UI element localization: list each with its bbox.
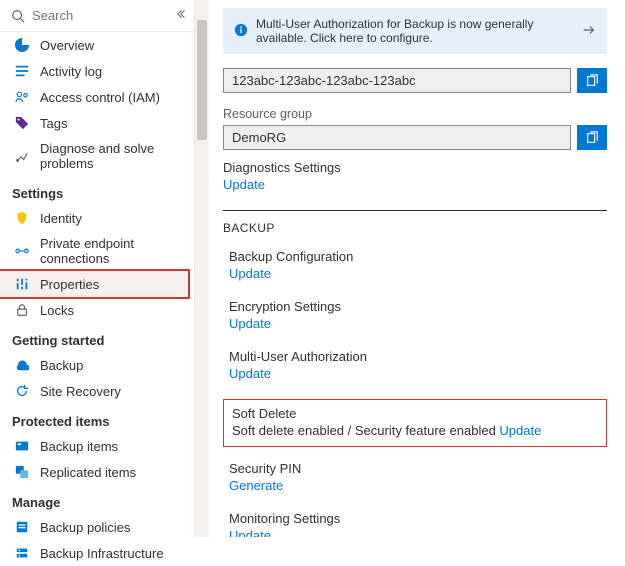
encryption-update-link[interactable]: Update	[229, 316, 271, 331]
sidebar-item-label: Private endpoint connections	[40, 236, 184, 266]
copy-rg-button[interactable]	[577, 125, 607, 150]
resource-group-label: Resource group	[223, 107, 607, 121]
sidebar-item-label: Properties	[40, 277, 99, 292]
sidebar-section-settings: Settings	[0, 176, 194, 205]
sidebar-item-label: Backup	[40, 358, 83, 373]
sidebar-item-label: Access control (IAM)	[40, 90, 160, 105]
sidebar-item-access-control[interactable]: Access control (IAM)	[0, 84, 194, 110]
sidebar-item-backup-infrastructure[interactable]: Backup Infrastructure	[0, 540, 194, 566]
sidebar-item-label: Backup Infrastructure	[40, 546, 164, 561]
scrollbar-thumb[interactable]	[197, 20, 207, 140]
banner-text: Multi-User Authorization for Backup is n…	[256, 17, 574, 45]
arrow-right-icon	[582, 23, 596, 40]
sidebar-item-tags[interactable]: Tags	[0, 110, 194, 136]
resource-id-field	[223, 68, 607, 93]
sidebar-item-label: Site Recovery	[40, 384, 121, 399]
scrollbar[interactable]	[195, 0, 209, 537]
backup-infrastructure-icon	[14, 545, 30, 561]
identity-icon	[14, 210, 30, 226]
diagnostics-update-link[interactable]: Update	[223, 177, 265, 192]
sidebar-item-activity-log[interactable]: Activity log	[0, 58, 194, 84]
security-pin-title: Security PIN	[229, 461, 607, 476]
sidebar-item-label: Backup policies	[40, 520, 130, 535]
security-pin-generate-link[interactable]: Generate	[229, 478, 283, 493]
diagnostics-title: Diagnostics Settings	[223, 160, 607, 175]
sidebar-item-label: Replicated items	[40, 465, 136, 480]
mua-title: Multi-User Authorization	[229, 349, 607, 364]
endpoint-icon	[14, 243, 30, 259]
collapse-sidebar-button[interactable]	[172, 6, 188, 25]
sidebar-item-locks[interactable]: Locks	[0, 297, 194, 323]
sidebar-item-label: Backup items	[40, 439, 118, 454]
overview-icon	[14, 37, 30, 53]
resource-id-input[interactable]	[223, 68, 571, 93]
backup-policies-icon	[14, 519, 30, 535]
sidebar-item-label: Diagnose and solve problems	[40, 141, 184, 171]
sidebar-item-label: Activity log	[40, 64, 102, 79]
copy-id-button[interactable]	[577, 68, 607, 93]
soft-delete-block: Soft Delete Soft delete enabled / Securi…	[223, 399, 607, 447]
info-icon	[234, 23, 248, 40]
backup-config-update-link[interactable]: Update	[229, 266, 271, 281]
sidebar-item-label: Tags	[40, 116, 67, 131]
sidebar-item-replicated-items[interactable]: Replicated items	[0, 459, 194, 485]
backup-section-title: BACKUP	[223, 221, 607, 235]
access-control-icon	[14, 89, 30, 105]
sidebar-section-protected: Protected items	[0, 404, 194, 433]
sidebar-item-identity[interactable]: Identity	[0, 205, 194, 231]
diagnose-icon	[14, 148, 30, 164]
search-row	[0, 0, 194, 32]
main-panel: Multi-User Authorization for Backup is n…	[209, 0, 625, 537]
replicated-items-icon	[14, 464, 30, 480]
sidebar: Overview Activity log Access control (IA…	[0, 0, 195, 537]
sidebar-item-diagnose[interactable]: Diagnose and solve problems	[0, 136, 194, 176]
sidebar-item-backup-policies[interactable]: Backup policies	[0, 514, 194, 540]
sidebar-item-backup-items[interactable]: Backup items	[0, 433, 194, 459]
site-recovery-icon	[14, 383, 30, 399]
encryption-title: Encryption Settings	[229, 299, 607, 314]
tag-icon	[14, 115, 30, 131]
sidebar-item-private-endpoint[interactable]: Private endpoint connections	[0, 231, 194, 271]
sidebar-section-getting-started: Getting started	[0, 323, 194, 352]
lock-icon	[14, 302, 30, 318]
search-input[interactable]	[32, 8, 166, 23]
monitoring-update-link[interactable]: Update	[229, 528, 271, 537]
sidebar-item-label: Identity	[40, 211, 82, 226]
properties-icon	[14, 276, 30, 292]
sidebar-item-overview[interactable]: Overview	[0, 32, 194, 58]
sidebar-item-label: Locks	[40, 303, 74, 318]
backup-config-title: Backup Configuration	[229, 249, 607, 264]
soft-delete-update-link[interactable]: Update	[499, 423, 541, 438]
search-icon	[10, 8, 26, 24]
backup-icon	[14, 357, 30, 373]
resource-group-field: Resource group	[223, 107, 607, 150]
sidebar-section-manage: Manage	[0, 485, 194, 514]
sidebar-item-site-recovery[interactable]: Site Recovery	[0, 378, 194, 404]
info-banner[interactable]: Multi-User Authorization for Backup is n…	[223, 8, 607, 54]
section-divider	[223, 210, 607, 211]
sidebar-item-label: Overview	[40, 38, 94, 53]
sidebar-item-properties[interactable]: Properties	[0, 269, 190, 299]
mua-update-link[interactable]: Update	[229, 366, 271, 381]
backup-items-icon	[14, 438, 30, 454]
activity-log-icon	[14, 63, 30, 79]
soft-delete-title: Soft Delete	[232, 406, 598, 421]
resource-group-input[interactable]	[223, 125, 571, 150]
soft-delete-status: Soft delete enabled / Security feature e…	[232, 423, 499, 438]
monitoring-title: Monitoring Settings	[229, 511, 607, 526]
sidebar-item-backup[interactable]: Backup	[0, 352, 194, 378]
